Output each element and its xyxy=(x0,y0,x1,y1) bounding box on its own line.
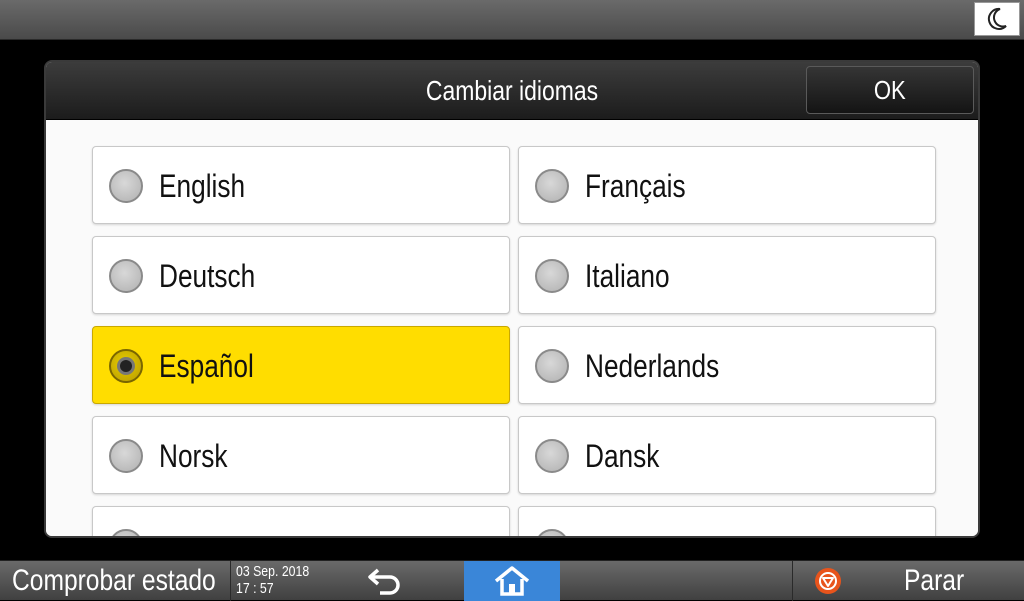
home-button[interactable] xyxy=(464,561,560,601)
language-label: Dansk xyxy=(585,438,660,474)
radio-button-checked xyxy=(109,349,143,383)
back-arrow-icon xyxy=(368,568,400,595)
language-option[interactable]: English xyxy=(92,146,510,224)
divider xyxy=(792,561,793,601)
radio-button xyxy=(109,169,143,203)
home-icon xyxy=(494,566,530,596)
stop-label: Parar xyxy=(904,564,965,597)
back-button[interactable] xyxy=(356,563,412,599)
ok-label: OK xyxy=(874,74,906,105)
ok-button[interactable]: OK xyxy=(806,66,974,114)
time-label: 17 : 57 xyxy=(236,580,274,597)
sleep-button[interactable] xyxy=(974,2,1020,36)
bottom-bar: Comprobar estado 03 Sep. 2018 17 : 57 Pa… xyxy=(0,560,1024,601)
moon-icon xyxy=(987,7,1007,30)
date-time: 03 Sep. 2018 17 : 57 xyxy=(236,563,309,597)
top-bar xyxy=(0,0,1024,40)
language-label: English xyxy=(159,168,246,204)
language-option[interactable] xyxy=(518,506,936,536)
language-option-selected[interactable]: Español xyxy=(92,326,510,404)
dialog-title: Cambiar idiomas xyxy=(425,75,599,106)
radio-button xyxy=(535,439,569,473)
language-option[interactable]: Nederlands xyxy=(518,326,936,404)
language-option[interactable]: Norsk xyxy=(92,416,510,494)
radio-button xyxy=(109,529,143,536)
radio-button xyxy=(109,259,143,293)
language-label: Nederlands xyxy=(585,348,720,384)
language-list[interactable]: English Français Deutsch Italiano Españo… xyxy=(46,120,978,536)
radio-button xyxy=(535,259,569,293)
language-label: Deutsch xyxy=(159,258,256,294)
language-label: Norsk xyxy=(159,438,228,474)
date-label: 03 Sep. 2018 xyxy=(236,563,310,580)
language-option[interactable]: Italiano xyxy=(518,236,936,314)
radio-button xyxy=(535,529,569,536)
language-option[interactable]: Français xyxy=(518,146,936,224)
language-label: Español xyxy=(159,348,254,384)
language-label: Italiano xyxy=(585,258,670,294)
language-label: Français xyxy=(585,168,686,204)
language-option[interactable]: Dansk xyxy=(518,416,936,494)
divider xyxy=(230,561,231,601)
radio-button xyxy=(535,349,569,383)
language-option[interactable] xyxy=(92,506,510,536)
language-option[interactable]: Deutsch xyxy=(92,236,510,314)
check-status-button[interactable]: Comprobar estado xyxy=(12,561,216,601)
radio-button xyxy=(535,169,569,203)
stop-icon xyxy=(815,568,841,594)
radio-button xyxy=(109,439,143,473)
dialog-header: Cambiar idiomas OK xyxy=(46,62,978,120)
stop-button[interactable]: Parar xyxy=(796,561,1024,601)
change-language-dialog: Cambiar idiomas OK English Français Deut… xyxy=(44,60,980,538)
